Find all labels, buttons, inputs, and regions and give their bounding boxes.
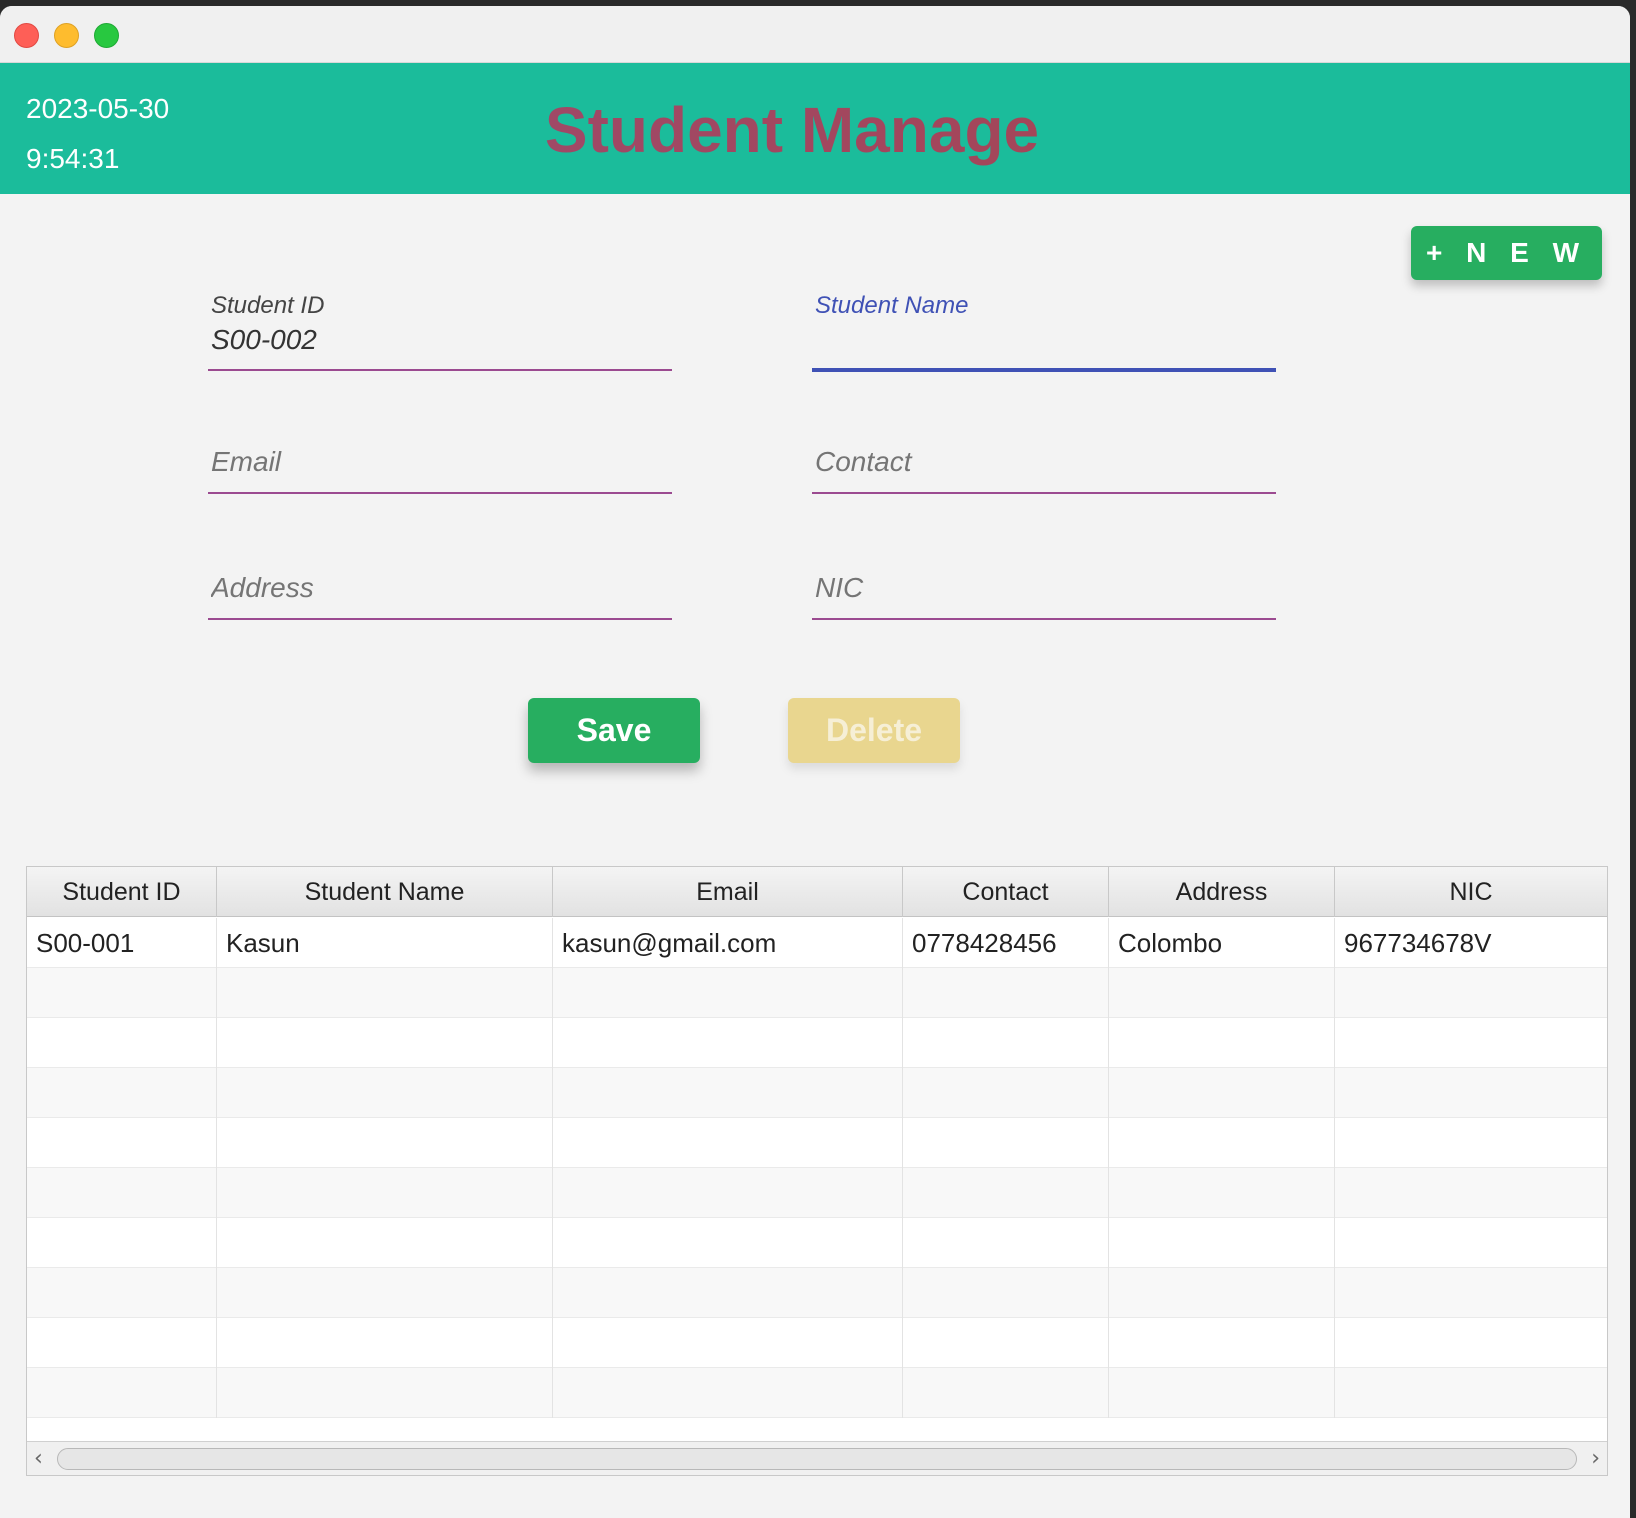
app-header: 2023-05-30 9:54:31 Student Manage [0, 63, 1630, 194]
cell-student-name: Kasun [217, 918, 553, 968]
chevron-left-icon[interactable]: ‹ [34, 1446, 43, 1471]
minimize-window-button[interactable] [54, 23, 79, 48]
cell-address: Colombo [1109, 918, 1335, 968]
cell-contact: 0778428456 [903, 918, 1109, 968]
table-body: S00-001 Kasun kasun@gmail.com 0778428456… [27, 918, 1607, 1418]
cell-student-id: S00-001 [27, 918, 217, 968]
student-name-underline [812, 368, 1276, 372]
contact-input[interactable] [815, 446, 1265, 478]
cell-email: kasun@gmail.com [553, 918, 903, 968]
column-header-email[interactable]: Email [553, 867, 903, 917]
empty-table-row [27, 1268, 1607, 1318]
empty-table-row [27, 1118, 1607, 1168]
scrollbar-thumb[interactable] [57, 1448, 1577, 1470]
column-header-student-id[interactable]: Student ID [27, 867, 217, 917]
student-id-underline [208, 369, 672, 371]
cell-nic: 967734678V [1344, 928, 1492, 958]
student-name-field: Student Name [812, 292, 1276, 372]
close-window-button[interactable] [14, 23, 39, 48]
student-id-input[interactable] [211, 324, 661, 356]
empty-table-row [27, 1318, 1607, 1368]
student-id-label: Student ID [211, 292, 325, 319]
email-underline [208, 492, 672, 494]
contact-underline [812, 492, 1276, 494]
empty-table-row [27, 1218, 1607, 1268]
table-header: Student ID Student Name Email Contact Ad… [27, 867, 1607, 917]
horizontal-scrollbar[interactable]: ‹ › [27, 1441, 1607, 1475]
column-header-contact[interactable]: Contact [903, 867, 1109, 917]
empty-table-row [27, 968, 1607, 1018]
nic-field [812, 572, 1276, 622]
app-window: 2023-05-30 9:54:31 Student Manage + N E … [0, 6, 1630, 1518]
email-field [208, 446, 672, 496]
students-table[interactable]: Student ID Student Name Email Contact Ad… [26, 866, 1608, 1476]
nic-underline [812, 618, 1276, 620]
address-input[interactable] [211, 572, 661, 604]
empty-table-row [27, 1368, 1607, 1418]
column-header-address[interactable]: Address [1109, 867, 1335, 917]
empty-table-row [27, 1018, 1607, 1068]
nic-input[interactable] [815, 572, 1265, 604]
title-bar [0, 6, 1630, 63]
save-button[interactable]: Save [528, 698, 700, 763]
table-row[interactable]: S00-001 Kasun kasun@gmail.com 0778428456… [27, 918, 1607, 968]
address-field [208, 572, 672, 622]
page-title: Student Manage [0, 93, 1584, 167]
contact-field [812, 446, 1276, 496]
student-name-label: Student Name [815, 292, 969, 319]
delete-button[interactable]: Delete [788, 698, 960, 763]
chevron-right-icon[interactable]: › [1591, 1446, 1600, 1471]
column-header-nic[interactable]: NIC [1335, 867, 1607, 917]
column-header-student-name[interactable]: Student Name [217, 867, 553, 917]
maximize-window-button[interactable] [94, 23, 119, 48]
empty-table-row [27, 1068, 1607, 1118]
student-id-field: Student ID [208, 292, 672, 372]
address-underline [208, 618, 672, 620]
empty-table-row [27, 1168, 1607, 1218]
new-button[interactable]: + N E W [1411, 226, 1602, 280]
student-name-input[interactable] [815, 324, 1265, 356]
email-input[interactable] [211, 446, 661, 478]
